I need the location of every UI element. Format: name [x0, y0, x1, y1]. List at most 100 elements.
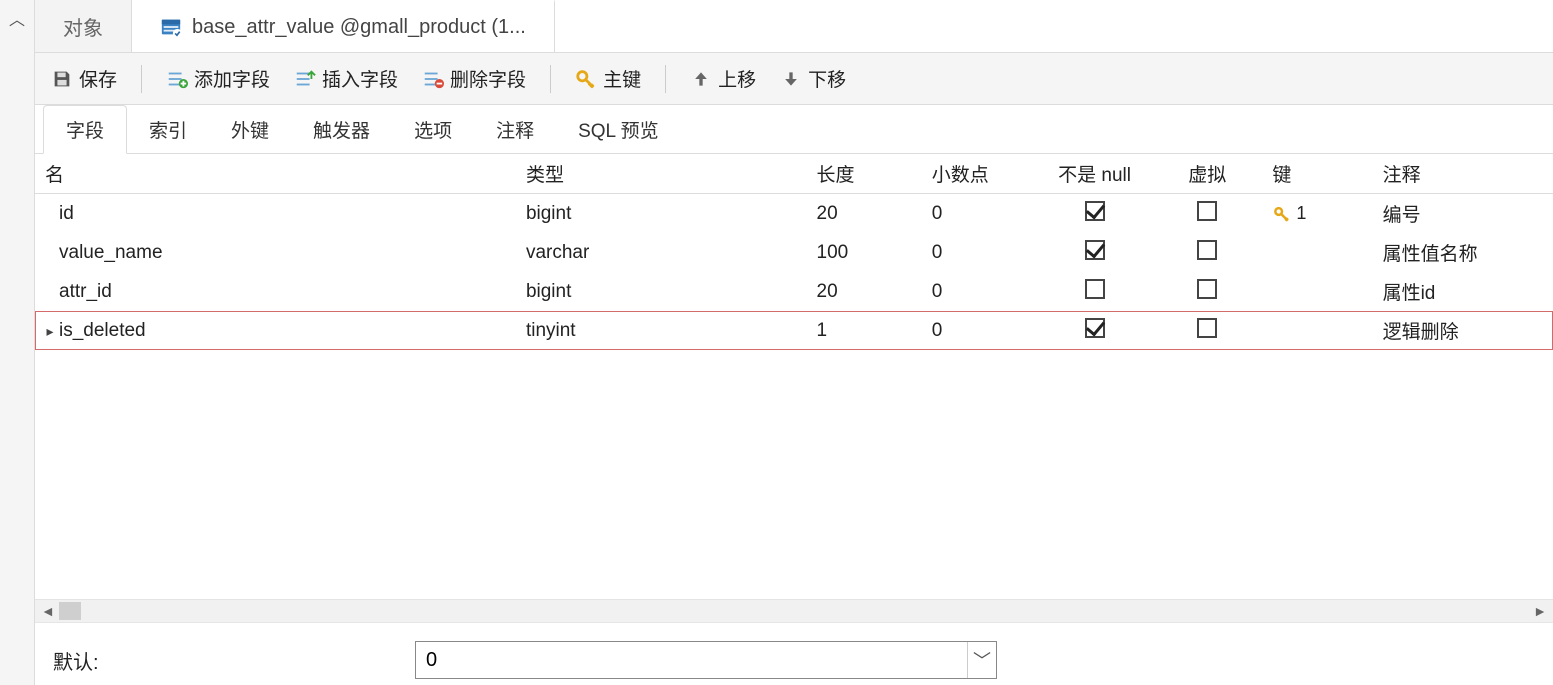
move-down-button[interactable]: 下移	[774, 61, 852, 96]
cell-decimals[interactable]: 0	[922, 233, 1037, 272]
subtab-foreign-keys[interactable]: 外键	[209, 106, 291, 153]
save-icon	[51, 68, 73, 90]
subtab-options-label: 选项	[414, 121, 452, 142]
minus-icon	[422, 68, 444, 90]
cell-comment[interactable]: 属性值名称	[1373, 233, 1553, 272]
checkbox-not-null[interactable]	[1085, 240, 1105, 260]
delete-field-label: 删除字段	[450, 65, 526, 92]
left-gutter[interactable]: ︿	[0, 0, 35, 685]
checkbox-not-null[interactable]	[1085, 318, 1105, 338]
cell-key[interactable]	[1262, 311, 1372, 350]
insert-field-label: 插入字段	[322, 65, 398, 92]
scroll-right-icon[interactable]: ►	[1533, 603, 1547, 619]
cell-key[interactable]	[1262, 272, 1372, 311]
checkbox-virtual[interactable]	[1197, 318, 1217, 338]
save-button[interactable]: 保存	[45, 61, 123, 96]
checkbox-virtual[interactable]	[1197, 240, 1217, 260]
cell-decimals[interactable]: 0	[922, 311, 1037, 350]
cell-name[interactable]: value_name	[35, 233, 516, 272]
cell-name-text: is_deleted	[59, 320, 146, 341]
cell-name-text: id	[59, 203, 74, 224]
cell-type[interactable]: varchar	[516, 233, 807, 272]
move-down-label: 下移	[808, 65, 846, 92]
subtab-triggers[interactable]: 触发器	[291, 106, 392, 153]
subtab-indexes[interactable]: 索引	[127, 106, 209, 153]
table-row[interactable]: value_name varchar1000 属性值名称	[35, 233, 1553, 272]
subtab-comments-label: 注释	[496, 121, 534, 142]
cell-not-null[interactable]	[1037, 311, 1152, 350]
default-value-combo[interactable]: ﹀	[415, 641, 997, 679]
plus-icon	[166, 68, 188, 90]
table-row[interactable]: id bigint200 1编号	[35, 194, 1553, 234]
primary-key-button[interactable]: 主键	[569, 61, 647, 96]
field-properties: 默认: ﹀	[35, 622, 1553, 685]
checkbox-not-null[interactable]	[1085, 279, 1105, 299]
cell-name-text: attr_id	[59, 281, 112, 302]
col-header-key[interactable]: 键	[1262, 154, 1372, 194]
cell-name[interactable]: id	[35, 194, 516, 234]
subtab-comments[interactable]: 注释	[474, 106, 556, 153]
cell-comment[interactable]: 逻辑删除	[1373, 311, 1553, 350]
toolbar-sep-3	[665, 65, 666, 93]
cell-virtual[interactable]	[1152, 272, 1262, 311]
col-header-virtual[interactable]: 虚拟	[1152, 154, 1262, 194]
cell-comment[interactable]: 编号	[1373, 194, 1553, 234]
file-tabs: 对象 base_attr_value @gmall_product (1...	[35, 0, 1553, 53]
cell-length[interactable]: 20	[807, 194, 922, 234]
column-header-row: 名 类型 长度 小数点 不是 null 虚拟 键 注释	[35, 154, 1553, 194]
add-field-button[interactable]: 添加字段	[160, 61, 276, 96]
default-value-input[interactable]	[416, 642, 967, 678]
cell-decimals[interactable]: 0	[922, 194, 1037, 234]
cell-not-null[interactable]	[1037, 233, 1152, 272]
cell-length[interactable]: 100	[807, 233, 922, 272]
subtab-fields[interactable]: 字段	[43, 105, 127, 154]
col-header-comment[interactable]: 注释	[1373, 154, 1553, 194]
primary-key-label: 主键	[603, 65, 641, 92]
default-label: 默认:	[53, 646, 393, 675]
col-header-name[interactable]: 名	[35, 154, 516, 194]
cell-comment[interactable]: 属性id	[1373, 272, 1553, 311]
cell-key[interactable]: 1	[1262, 194, 1372, 234]
chevron-down-icon[interactable]: ﹀	[967, 642, 996, 678]
checkbox-not-null[interactable]	[1085, 201, 1105, 221]
chevron-up-icon[interactable]: ︿	[9, 6, 25, 30]
col-header-length[interactable]: 长度	[807, 154, 922, 194]
col-header-type[interactable]: 类型	[516, 154, 807, 194]
cell-type[interactable]: bigint	[516, 194, 807, 234]
cell-type[interactable]: bigint	[516, 272, 807, 311]
subtab-sql-preview[interactable]: SQL 预览	[556, 106, 681, 153]
horizontal-scrollbar[interactable]: ◄ ►	[35, 599, 1553, 622]
arrow-down-icon	[780, 68, 802, 90]
table-row[interactable]: ▸is_deletedtinyint10 逻辑删除	[35, 311, 1553, 350]
scroll-track[interactable]	[85, 602, 1529, 620]
subtab-indexes-label: 索引	[149, 121, 187, 142]
tab-active-table[interactable]: base_attr_value @gmall_product (1...	[132, 0, 555, 52]
col-header-not-null[interactable]: 不是 null	[1037, 154, 1152, 194]
fields-grid[interactable]: 名 类型 长度 小数点 不是 null 虚拟 键 注释 idbigint2001…	[35, 154, 1553, 599]
cell-not-null[interactable]	[1037, 272, 1152, 311]
scroll-thumb[interactable]	[59, 602, 81, 620]
cell-virtual[interactable]	[1152, 311, 1262, 350]
delete-field-button[interactable]: 删除字段	[416, 61, 532, 96]
scroll-left-icon[interactable]: ◄	[41, 603, 55, 619]
checkbox-virtual[interactable]	[1197, 279, 1217, 299]
move-up-button[interactable]: 上移	[684, 61, 762, 96]
tab-objects[interactable]: 对象	[35, 0, 132, 52]
cell-name[interactable]: ▸is_deleted	[35, 311, 516, 350]
cell-virtual[interactable]	[1152, 194, 1262, 234]
cell-virtual[interactable]	[1152, 233, 1262, 272]
cell-length[interactable]: 20	[807, 272, 922, 311]
cell-type[interactable]: tinyint	[516, 311, 807, 350]
cell-name[interactable]: attr_id	[35, 272, 516, 311]
cell-key[interactable]	[1262, 233, 1372, 272]
subtab-options[interactable]: 选项	[392, 106, 474, 153]
cell-not-null[interactable]	[1037, 194, 1152, 234]
insert-field-button[interactable]: 插入字段	[288, 61, 404, 96]
table-row[interactable]: attr_id bigint200 属性id	[35, 272, 1553, 311]
subtab-fields-label: 字段	[66, 121, 104, 142]
checkbox-virtual[interactable]	[1197, 201, 1217, 221]
cell-decimals[interactable]: 0	[922, 272, 1037, 311]
cell-name-text: value_name	[59, 242, 163, 263]
col-header-decimals[interactable]: 小数点	[922, 154, 1037, 194]
cell-length[interactable]: 1	[807, 311, 922, 350]
